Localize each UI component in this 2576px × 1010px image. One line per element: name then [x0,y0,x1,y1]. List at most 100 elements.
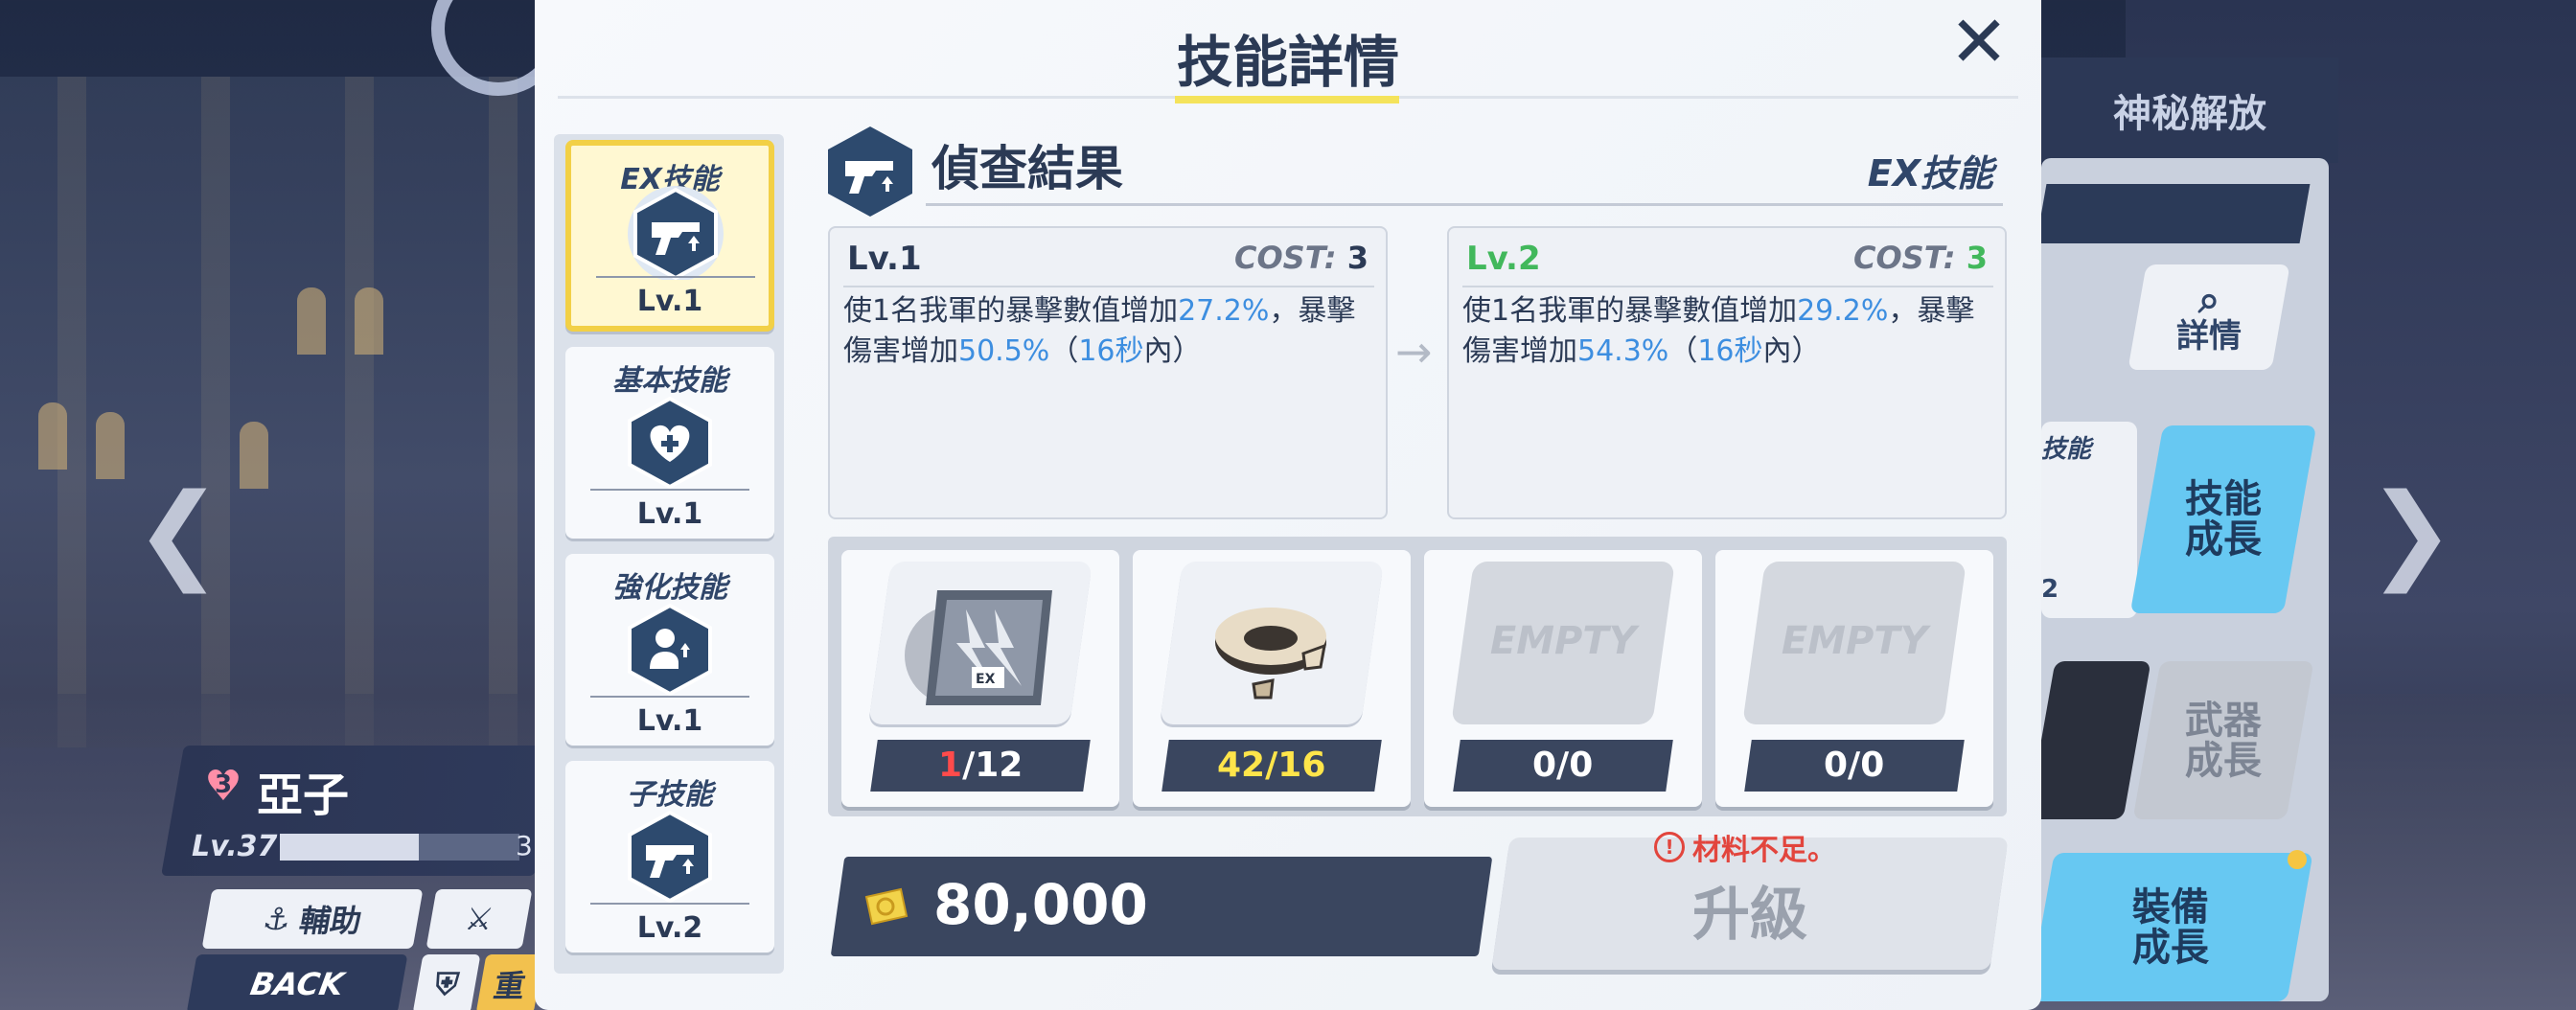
shield-icon: ⛨ [431,965,462,1002]
material-image-empty: EMPTY [1742,562,1966,724]
skill-card-level: Lv.1 [636,704,703,738]
gear-growth-label: 裝備 成長 [2132,884,2209,970]
background-window [38,402,67,470]
next-level-box: Lv.2 COST: 3 使1名我軍的暴擊數值增加29.2%，暴擊傷害增加54.… [1447,226,2007,519]
skill-card-level: Lv.1 [636,497,703,531]
skill-card-level: Lv.2 [636,911,703,945]
detail-button-label: 詳情 [2176,317,2242,356]
credit-icon [864,887,908,926]
current-cost: COST: 3 [1234,240,1368,276]
pistol-icon [628,186,724,280]
material-count: 1/12 [870,740,1091,792]
close-icon[interactable]: ✕ [1949,7,2009,78]
skill-card-ex[interactable]: EX技能 Lv.1 [565,140,774,332]
credit-cost-amount: 80,000 [933,872,1148,937]
weapon-growth-label: 武器 成長 [2185,698,2262,783]
buff-person-icon [628,603,712,696]
pistol-icon [628,810,712,903]
partial-button[interactable]: 重 [475,954,544,1010]
insufficient-materials-warning: ! 材料不足。 [1654,826,1836,868]
material-image: EX [868,562,1092,724]
back-button[interactable]: BACK [186,954,408,1010]
mystic-release-tab[interactable]: 神秘解放 [2041,57,2338,163]
material-image-empty: EMPTY [1451,562,1675,724]
background-building [0,77,537,747]
skill-card-level: Lv.1 [636,285,703,318]
support-icon: ⚓ [260,901,294,937]
sword-icon: ⚔ [462,901,496,937]
skill-mini-card-label: 技能 [2041,435,2092,464]
next-description: 使1名我軍的暴擊數值增加29.2%，暴擊傷害增加54.3%（16秒內） [1462,294,1975,368]
background-window [96,412,125,479]
weapon-type-button[interactable]: ⚔ [426,889,533,949]
next-cost: COST: 3 [1853,240,1988,276]
skill-card-enhance[interactable]: 強化技能 Lv.1 [565,554,774,746]
character-exp-partial: 3 [516,830,533,861]
skill-card-divider [590,696,749,698]
magnifier-icon: ⌕ [2197,278,2220,323]
upgrade-button-label: 升級 [1692,882,1807,949]
material-count: 0/0 [1453,740,1673,792]
detail-button[interactable]: ⌕ 詳情 [2128,264,2290,370]
skill-card-divider [590,489,749,491]
character-exp-bar-fill [280,834,419,861]
role-button[interactable]: ⚓ 輔助 [201,889,424,949]
notification-dot [2288,850,2307,869]
empty-label: EMPTY [1489,619,1637,663]
material-count: 0/0 [1744,740,1965,792]
skill-header-line [926,203,2003,206]
background-window [355,287,383,355]
skill-card-divider [590,903,749,905]
skill-card-sub[interactable]: 子技能 Lv.2 [565,761,774,953]
armor-icon-button[interactable]: ⛨ [412,954,481,1010]
level-box-divider [1462,286,1993,287]
skill-card-divider [596,276,755,278]
skill-kind: EX技能 [1867,152,1993,195]
background-window [297,287,326,355]
cost-value: 3 [1346,240,1368,276]
current-description: 使1名我軍的暴擊數值增加27.2%，暴擊傷害增加50.5%（16秒內） [843,294,1356,368]
credit-cost-bar [830,857,1493,956]
back-button-label: BACK [247,966,347,1002]
arrow-right-icon: → [1395,326,1433,378]
cost-value: 3 [1966,240,1988,276]
warning-icon: ! [1654,832,1685,862]
role-button-label: 輔助 [296,903,365,939]
background-window [240,422,268,489]
current-level-box: Lv.1 COST: 3 使1名我軍的暴擊數值增加27.2%，暴擊傷害增加50.… [828,226,1388,519]
next-character-arrow-icon[interactable]: ❯ [2367,479,2455,585]
material-slot-empty: EMPTY 0/0 [1424,550,1702,807]
affection-level: 3 [214,770,233,799]
heart-heal-icon [628,396,712,489]
gear-growth-button[interactable]: 裝備 成長 [2028,853,2313,1001]
material-count: 42/16 [1162,740,1382,792]
current-level-label: Lv.1 [847,240,922,278]
weapon-growth-button[interactable]: 武器 成長 [2132,661,2314,819]
empty-label: EMPTY [1781,619,1928,663]
growth-header-stripe [2036,184,2311,243]
warning-text: 材料不足。 [1692,834,1836,867]
title-underline [1175,96,1399,103]
cost-label: COST: [1233,240,1337,276]
skill-name: 偵查結果 [932,141,1123,196]
material-image [1160,562,1384,724]
ex-disc-item-icon: EX [905,590,1052,705]
material-slot[interactable]: 42/16 [1133,550,1411,807]
character-name: 亞子 [257,769,350,822]
modal-title: 技能詳情 [1176,30,1399,95]
skill-mini-card-level: 2 [2041,575,2059,604]
character-level: Lv.37 [192,830,278,863]
partial-button-label: 重 [491,968,528,1004]
pistol-icon [828,126,912,217]
level-box-divider [843,286,1374,287]
material-slot-empty: EMPTY 0/0 [1715,550,1993,807]
prev-character-arrow-icon[interactable]: ❮ [134,479,222,585]
cost-label: COST: [1852,240,1956,276]
skill-card-basic[interactable]: 基本技能 Lv.1 [565,347,774,539]
material-slot[interactable]: EX 1/12 [841,550,1119,807]
skill-growth-label: 技能 成長 [2185,477,2262,562]
mystic-release-tab-label: 神秘解放 [2113,92,2266,136]
next-level-label: Lv.2 [1466,240,1541,278]
svg-text:EX: EX [976,672,996,687]
ring-artifact-item-icon [1215,608,1326,700]
